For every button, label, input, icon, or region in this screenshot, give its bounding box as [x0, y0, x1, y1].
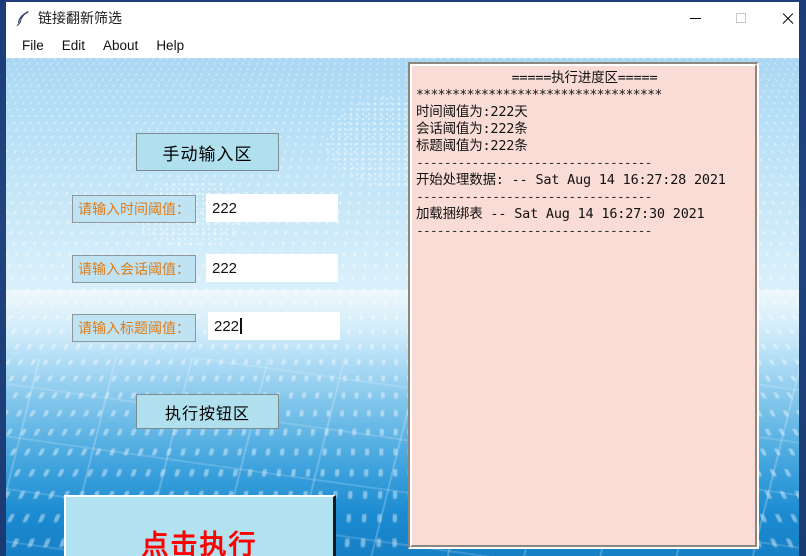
- application-window: 链接翻新筛选 File Edit About Help 手动输入区 请输入时间阈…: [0, 0, 806, 556]
- feather-icon: [14, 9, 32, 27]
- menu-item-file[interactable]: File: [14, 37, 52, 54]
- maximize-icon: [736, 13, 746, 23]
- manual-input-section-header[interactable]: 手动输入区: [136, 133, 279, 171]
- text-caret: [240, 318, 242, 334]
- progress-event-2: 加载捆绑表 -- Sat Aug 14 16:27:30 2021: [416, 206, 705, 222]
- minimize-button[interactable]: [672, 4, 718, 32]
- menu-item-edit[interactable]: Edit: [54, 37, 93, 54]
- progress-rule-3: ----------------------------------: [416, 224, 652, 239]
- progress-event-1: 开始处理数据: -- Sat Aug 14 16:27:28 2021: [416, 172, 726, 188]
- progress-rule-2: ----------------------------------: [416, 190, 652, 205]
- progress-panel[interactable]: =====执行进度区===== ************************…: [408, 62, 759, 549]
- progress-line-3: 标题阈值为:222条: [416, 138, 528, 154]
- session-threshold-value: 222: [212, 259, 238, 277]
- progress-line-1: 时间阈值为:222天: [416, 104, 528, 120]
- desktop-background-right: [799, 0, 806, 556]
- titlebar: 链接翻新筛选: [6, 0, 799, 32]
- progress-title: =====执行进度区=====: [511, 70, 658, 86]
- progress-panel-inner: =====执行进度区===== ************************…: [410, 64, 757, 547]
- menubar: File Edit About Help: [6, 32, 799, 58]
- maximize-button[interactable]: [718, 4, 764, 32]
- title-threshold-input[interactable]: 222: [208, 312, 340, 340]
- close-button[interactable]: [764, 4, 806, 32]
- execute-section-header[interactable]: 执行按钮区: [136, 394, 279, 429]
- window-title: 链接翻新筛选: [38, 10, 122, 26]
- client-area: 手动输入区 请输入时间阈值： 222 请输入会话阈值： 222 请输入标题阈值：…: [6, 58, 799, 556]
- progress-line-2: 会话阈值为:222条: [416, 121, 528, 137]
- progress-rule-1: ----------------------------------: [416, 156, 652, 171]
- session-threshold-label: 请输入会话阈值：: [72, 255, 196, 283]
- title-threshold-value: 222: [214, 317, 240, 335]
- progress-stars: **********************************: [416, 88, 662, 103]
- time-threshold-label: 请输入时间阈值：: [72, 195, 196, 223]
- time-threshold-value: 222: [212, 199, 238, 217]
- menu-item-help[interactable]: Help: [148, 37, 192, 54]
- menu-item-about[interactable]: About: [95, 37, 146, 54]
- session-threshold-input[interactable]: 222: [206, 254, 338, 282]
- minimize-icon: [689, 17, 701, 19]
- time-threshold-input[interactable]: 222: [206, 194, 338, 222]
- close-icon: [781, 12, 793, 24]
- execute-button[interactable]: 点击执行: [64, 495, 336, 556]
- title-threshold-label: 请输入标题阈值：: [72, 314, 196, 342]
